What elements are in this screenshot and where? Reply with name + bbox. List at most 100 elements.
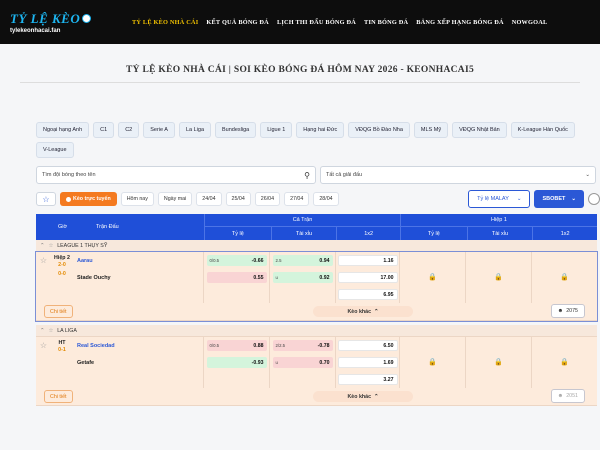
league-chip[interactable]: Bundesliga xyxy=(215,122,257,138)
header-full-time-cols: Tỷ lệ Tài xỉu 1x2 xyxy=(205,227,400,240)
league-chip[interactable]: Ngoại hạng Anh xyxy=(36,122,90,138)
odds-value: 1.69 xyxy=(383,359,394,366)
league-chip[interactable]: MLS Mỹ xyxy=(413,122,449,138)
x12-cell: 6.50 xyxy=(336,337,400,354)
league-group-header[interactable]: ⌃ ☆ LA LIGA xyxy=(36,325,597,337)
odds-pill[interactable]: 1.16 xyxy=(337,255,398,266)
odds-line: 0/0.5 xyxy=(209,343,220,348)
odds-type-select[interactable]: Tỷ lệ MALAY ⌄ xyxy=(468,190,531,208)
odds-pill[interactable]: u 0.70 xyxy=(272,357,333,368)
odds-line: u xyxy=(275,360,278,365)
away-team[interactable]: Stade Ouchy xyxy=(73,269,203,286)
tomorrow-button[interactable]: Ngày mai xyxy=(157,192,193,206)
app-root: TỶ LỆ KÈO tylekeonhacai.fan TỶ LỆ KÈO NH… xyxy=(0,0,600,450)
league-group-header[interactable]: ⌃ ☆ LEAGUE 1 THỤY SỸ xyxy=(36,240,597,252)
user-icon: ☻ xyxy=(557,308,564,314)
x12-cell: 17.00 xyxy=(336,269,400,286)
league-select-value: Tất cả giải đấu xyxy=(326,172,363,178)
odds-pill[interactable]: u 0.92 xyxy=(272,272,333,283)
site-logo[interactable]: TỶ LỆ KÈO tylekeonhacai.fan xyxy=(10,5,118,39)
odds-pill[interactable]: 2/2.5 -0.78 xyxy=(272,340,333,351)
more-odds-button[interactable]: Kèo khác ⌃ xyxy=(313,391,413,402)
nav-odds[interactable]: TỶ LỆ KÈO NHÀ CÁI xyxy=(132,19,198,26)
odds-pill[interactable]: 0/0.5 0.88 xyxy=(206,340,267,351)
logo-text: TỶ LỆ KÈO xyxy=(10,10,81,26)
header-h1-1x2: 1x2 xyxy=(532,227,597,240)
team-search-input[interactable]: Tìm đội bóng theo tên ⚲ xyxy=(36,166,316,184)
league-chip[interactable]: K-League Hàn Quốc xyxy=(510,122,575,138)
home-team[interactable]: Aarau xyxy=(73,252,203,269)
odds-pill[interactable]: 0.55 xyxy=(206,272,267,283)
date-button[interactable]: 24/04 xyxy=(196,192,222,206)
date-button[interactable]: 25/04 xyxy=(225,192,251,206)
nav-schedule[interactable]: LỊCH THI ĐẤU BÓNG ĐÁ xyxy=(277,19,356,26)
locked-cell: 🔒 xyxy=(466,337,532,388)
odds-pill[interactable]: 17.00 xyxy=(337,272,398,283)
more-odds-button[interactable]: Kèo khác ⌃ xyxy=(313,306,413,317)
header-handicap: Tỷ lệ xyxy=(231,230,244,237)
league-chip[interactable]: Ligue 1 xyxy=(260,122,293,138)
date-button[interactable]: 27/04 xyxy=(284,192,310,206)
match-detail-button[interactable]: Chi tiết xyxy=(44,305,73,318)
favorite-star-icon[interactable]: ☆ xyxy=(36,337,51,388)
live-odds-button[interactable]: Kèo trực tuyến xyxy=(60,192,117,206)
league-chip[interactable]: C1 xyxy=(93,122,115,138)
odds-pill[interactable]: 1.69 xyxy=(337,357,398,368)
header-half-time: Hiệp 1 Tỷ lệ Tài xỉu 1x2 xyxy=(400,214,597,240)
league-chip[interactable]: La Liga xyxy=(178,122,211,138)
match-detail-button[interactable]: Chi tiết xyxy=(44,390,73,403)
lock-icon: 🔒 xyxy=(428,359,437,366)
live-dot-icon xyxy=(66,196,71,202)
league-select[interactable]: Tất cả giải đấu ⌄ xyxy=(320,166,596,184)
today-button[interactable]: Hôm nay xyxy=(120,192,154,206)
league-chip[interactable]: Serie A xyxy=(143,122,175,138)
favorite-star-icon[interactable]: ☆ xyxy=(36,252,51,303)
bookmaker-select[interactable]: SBOBET ⌄ xyxy=(534,190,584,208)
odds-pill[interactable]: 6.95 xyxy=(337,289,398,300)
odds-pill[interactable]: -0.93 xyxy=(206,357,267,368)
odds-value: 6.50 xyxy=(383,342,394,349)
odds-pill[interactable]: 3.27 xyxy=(337,374,398,385)
star-icon[interactable]: ☆ xyxy=(48,243,53,249)
lock-icon: 🔒 xyxy=(428,274,437,281)
chevron-up-icon[interactable]: ⌃ xyxy=(40,243,44,249)
viewers-badge[interactable]: ☻ 2075 xyxy=(550,304,585,318)
search-row: Tìm đội bóng theo tên ⚲ Tất cả giải đấu ⌄ xyxy=(36,166,596,184)
viewers-count: 2075 xyxy=(566,308,578,314)
odds-type-value: Tỷ lệ MALAY xyxy=(477,196,509,202)
odds-value: 0.94 xyxy=(319,257,330,264)
league-chip[interactable]: C2 xyxy=(118,122,140,138)
away-team[interactable]: Getafe xyxy=(73,354,203,371)
settings-toggle[interactable] xyxy=(588,193,600,205)
date-button[interactable]: 28/04 xyxy=(313,192,339,206)
empty-cell xyxy=(270,286,336,303)
odds-line: 2/2.5 xyxy=(275,343,286,348)
odds-pill[interactable]: 0/0.5 -0.66 xyxy=(206,255,267,266)
league-chip[interactable]: Hạng hai Đức xyxy=(296,122,345,138)
viewers-badge[interactable]: ☻ 2051 xyxy=(550,389,585,403)
favorites-star-icon[interactable]: ☆ xyxy=(36,192,56,206)
odds-pill[interactable]: 2.5 0.94 xyxy=(272,255,333,266)
odds-value: -0.93 xyxy=(251,359,264,366)
x12-cell: 1.16 xyxy=(336,252,400,269)
chevron-up-icon: ⌃ xyxy=(374,393,379,400)
star-icon[interactable]: ☆ xyxy=(48,328,53,334)
home-team[interactable]: Real Sociedad xyxy=(73,337,203,354)
nav-news[interactable]: TIN BÓNG ĐÁ xyxy=(364,19,408,26)
search-icon[interactable]: ⚲ xyxy=(304,171,310,180)
league-chip[interactable]: VĐQG Nhật Bản xyxy=(452,122,507,138)
chevron-up-icon[interactable]: ⌃ xyxy=(40,328,44,334)
nav-results[interactable]: KẾT QUẢ BÓNG ĐÁ xyxy=(206,19,269,26)
ou-cell: u 0.70 xyxy=(270,354,336,371)
date-button[interactable]: 26/04 xyxy=(254,192,281,206)
search-placeholder: Tìm đội bóng theo tên xyxy=(42,172,96,178)
league-chip[interactable]: V-League xyxy=(36,142,74,158)
match-score-ht: 0-0 xyxy=(58,271,66,277)
nav-standings[interactable]: BẢNG XẾP HẠNG BÓNG ĐÁ xyxy=(416,19,503,26)
ou-cell: u 0.92 xyxy=(270,269,336,286)
user-icon: ☻ xyxy=(557,393,564,399)
odds-pill[interactable]: 6.50 xyxy=(337,340,398,351)
header-over-under: Tài xỉu xyxy=(270,227,337,240)
league-chip[interactable]: VĐQG Bồ Đào Nha xyxy=(348,122,410,138)
nav-nowgoal[interactable]: NOWGOAL xyxy=(512,19,548,26)
